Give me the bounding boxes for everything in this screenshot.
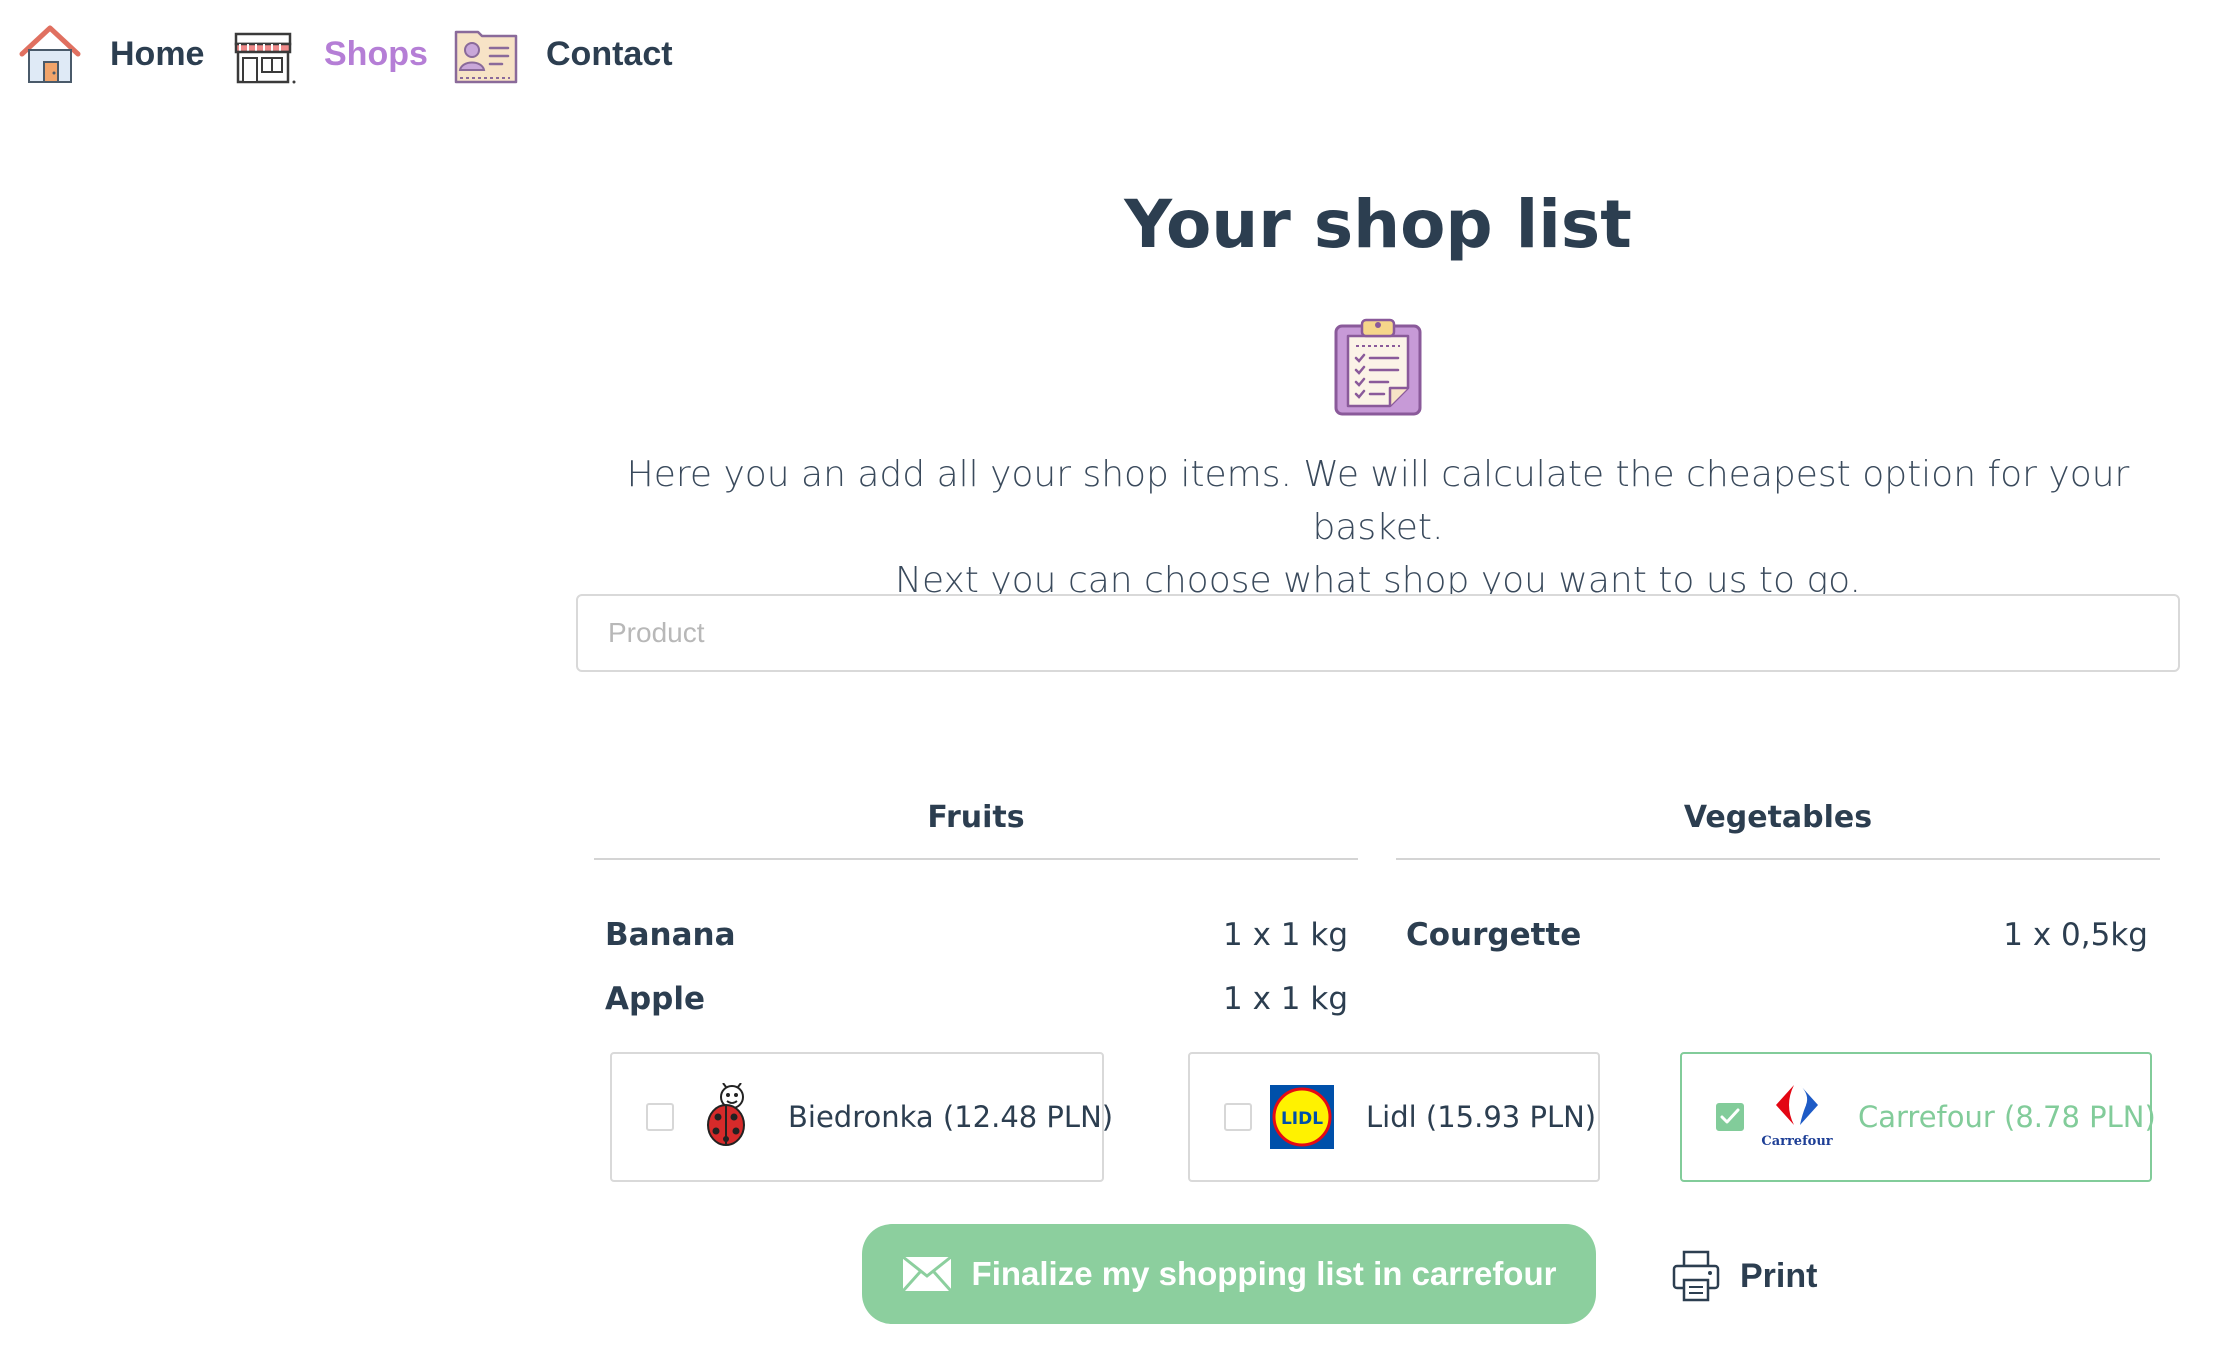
nav-shops-label: Shops	[324, 34, 428, 73]
contact-card-icon	[454, 30, 518, 84]
shop-option-biedronka[interactable]: Biedronka (12.48 PLN)	[610, 1052, 1113, 1182]
nav-contact-label: Contact	[546, 34, 673, 73]
category-title-vegetables: Vegetables	[1683, 800, 1873, 835]
list-item-name: Banana	[605, 917, 736, 953]
svg-text:Carrefour: Carrefour	[1761, 1134, 1832, 1149]
nav-home[interactable]: Home	[14, 18, 204, 90]
print-button-label: Print	[1740, 1256, 1818, 1295]
house-icon	[19, 25, 81, 83]
printer-icon	[1672, 1250, 1720, 1302]
clipboard-icon	[1334, 318, 1422, 416]
envelope-icon	[901, 1256, 952, 1292]
shop-option-lidl[interactable]: LIDL Lidl (15.93 PLN)	[1188, 1052, 1600, 1182]
nav-shops[interactable]: Shops	[228, 18, 428, 90]
shop-label: Lidl (15.93 PLN)	[1366, 1100, 1597, 1134]
shop-checkbox[interactable]	[646, 1103, 674, 1131]
nav-home-label: Home	[110, 34, 205, 73]
list-item-qty: 1 x 0,5kg	[2003, 917, 2148, 953]
shop-option-carrefour[interactable]: Carrefour Carrefour (8.78 PLN)	[1680, 1052, 2156, 1182]
svg-text:LIDL: LIDL	[1281, 1109, 1323, 1129]
lidl-logo: LIDL	[1270, 1085, 1334, 1149]
list-item-name: Apple	[605, 981, 706, 1017]
page-description: Here you an add all your shop items. We …	[580, 448, 2176, 607]
shop-checkbox[interactable]	[1224, 1103, 1252, 1131]
nav-contact[interactable]: Contact	[450, 18, 673, 90]
print-button[interactable]: Print	[1672, 1244, 1817, 1308]
shop-label: Carrefour (8.78 PLN)	[1858, 1100, 2156, 1134]
carrefour-logo: Carrefour	[1761, 1085, 1833, 1149]
category-divider	[594, 858, 1358, 860]
category-divider	[1396, 858, 2160, 860]
list-item-name: Courgette	[1406, 917, 1582, 953]
page-title: Your shop list	[1124, 186, 1632, 263]
shop-checkbox-checked[interactable]	[1716, 1103, 1744, 1131]
description-line-1: Here you an add all your shop items. We …	[626, 454, 2130, 548]
shop-label: Biedronka (12.48 PLN)	[788, 1100, 1114, 1134]
category-title-fruits: Fruits	[927, 800, 1025, 835]
list-item-qty: 1 x 1 kg	[1223, 917, 1348, 953]
list-item-qty: 1 x 1 kg	[1223, 981, 1348, 1017]
product-search-input[interactable]	[576, 594, 2180, 672]
finalize-button[interactable]: Finalize my shopping list in carrefour	[862, 1224, 1596, 1324]
shop-icon	[234, 32, 296, 84]
ladybug-logo	[707, 1083, 745, 1146]
finalize-button-label: Finalize my shopping list in carrefour	[971, 1255, 1557, 1292]
